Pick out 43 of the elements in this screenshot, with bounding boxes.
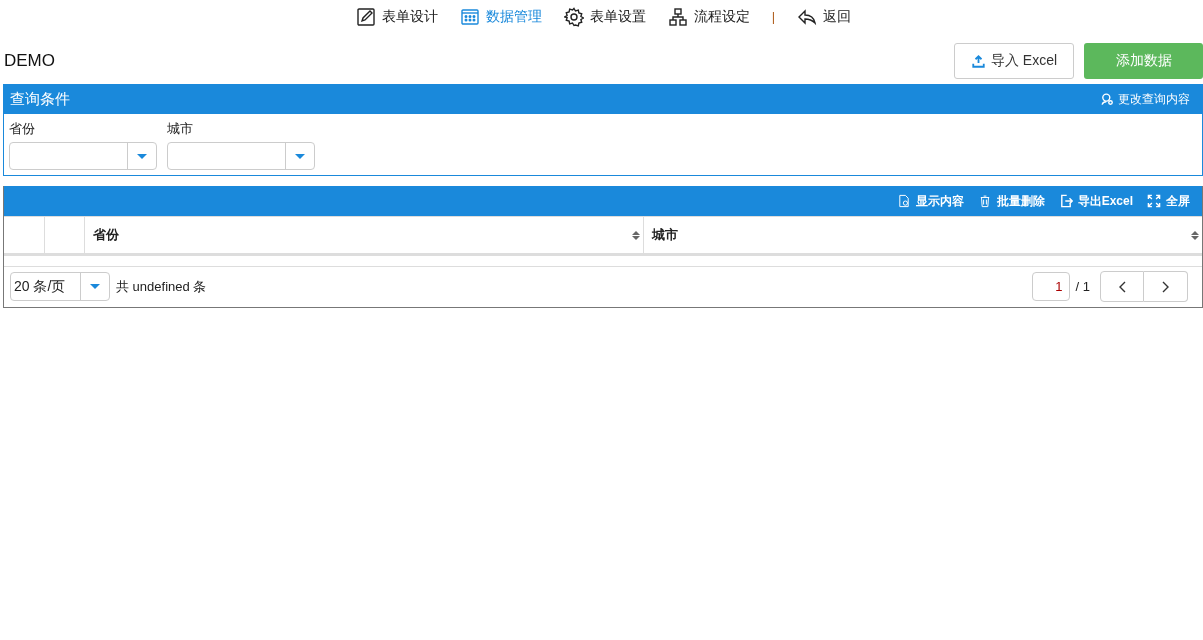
user-search-icon	[1100, 92, 1114, 106]
import-excel-button[interactable]: 导入 Excel	[954, 43, 1074, 79]
document-icon	[896, 194, 911, 208]
nav-tab[interactable]: 表单设计	[355, 6, 438, 27]
toolbar-button[interactable]: 全屏	[1147, 192, 1190, 210]
nav-tab[interactable]: 返回	[797, 6, 852, 27]
field-label: 城市	[167, 120, 194, 138]
nav-tab[interactable]: 流程设定	[667, 6, 750, 27]
toolbar-button[interactable]: 导出Excel	[1058, 192, 1133, 210]
chevron-left-icon	[1118, 280, 1126, 293]
nav-separator: |	[771, 9, 776, 24]
select-field[interactable]	[9, 142, 157, 170]
settings-icon	[563, 6, 584, 27]
chevron-right-icon	[1162, 280, 1169, 293]
page-input[interactable]: 1	[1031, 272, 1070, 301]
sort-icon	[632, 230, 640, 240]
fullscreen-icon	[1147, 194, 1161, 208]
column-header[interactable]: 城市	[643, 217, 1202, 253]
select-field[interactable]	[167, 142, 315, 170]
dropdown-caret-icon	[137, 153, 147, 159]
dropdown-caret-icon	[295, 153, 305, 159]
toolbar-button[interactable]: 显示内容	[896, 192, 964, 210]
export-icon	[1058, 194, 1073, 208]
toolbar-button[interactable]: 批量删除	[977, 192, 1045, 210]
column-header[interactable]: 省份	[84, 217, 643, 253]
next-page-button[interactable]	[1144, 271, 1188, 302]
sort-icon	[1191, 230, 1199, 240]
page-count: / 1	[1075, 279, 1090, 294]
change-query-link[interactable]: 更改查询内容	[1100, 90, 1190, 108]
page-size-select[interactable]: 20 条/页	[10, 272, 110, 301]
nav-tab[interactable]: 表单设置	[563, 6, 646, 27]
field-label: 省份	[9, 120, 36, 138]
dropdown-caret-icon	[90, 284, 100, 289]
flowchart-icon	[667, 6, 688, 27]
back-arrow-icon	[797, 6, 818, 27]
panel-title: 查询条件	[10, 89, 70, 109]
upload-icon	[970, 53, 986, 69]
edit-icon	[355, 6, 376, 27]
calendar-grid-icon	[459, 6, 480, 27]
total-count: 共 undefined 条	[116, 277, 207, 296]
page-title: DEMO	[4, 51, 55, 71]
previous-page-button[interactable]	[1100, 271, 1144, 302]
nav-tab[interactable]: 数据管理	[459, 6, 542, 27]
